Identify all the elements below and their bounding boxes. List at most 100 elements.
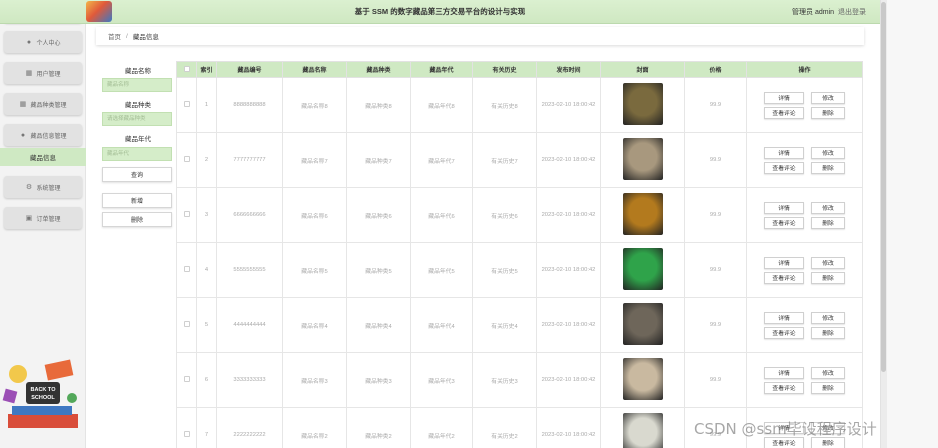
type-select[interactable] — [102, 112, 172, 126]
detail-button[interactable]: 详情 — [764, 256, 804, 269]
row-select-cell[interactable] — [176, 187, 197, 243]
row-select-cell[interactable] — [176, 132, 197, 188]
sidebar-subitem-label: 藏品信息 — [30, 155, 56, 162]
delete-row-button[interactable]: 删除 — [811, 381, 845, 394]
cover-cell — [600, 132, 685, 188]
breadcrumb: 首页 / 藏品信息 — [96, 27, 864, 45]
sidebar-item-users[interactable]: ▦ 用户管理 — [4, 62, 82, 84]
sidebar-subitem-collection-info[interactable]: 藏品信息 — [0, 148, 86, 166]
breadcrumb-home[interactable]: 首页 — [108, 31, 121, 41]
add-button[interactable]: 新增 — [102, 193, 172, 208]
edit-button[interactable]: 修改 — [811, 91, 845, 104]
code-cell: 6666666666 — [216, 187, 283, 243]
sidebar-item-collection-info[interactable]: ● 藏品信息管理 — [4, 124, 82, 146]
cover-image[interactable] — [622, 138, 663, 180]
pencil-shape — [44, 359, 74, 381]
sidebar-item-system[interactable]: ⚙ 系统管理 — [4, 176, 82, 198]
history-cell: 有关历史5 — [472, 242, 537, 298]
row-select-cell[interactable] — [176, 242, 197, 298]
delete-selected-button[interactable]: 删除 — [102, 212, 172, 227]
time-cell: 2023-02-10 18:00:42 — [536, 297, 601, 353]
select-all-checkbox[interactable] — [183, 65, 190, 72]
cover-image[interactable] — [622, 83, 663, 125]
name-search-input[interactable] — [102, 78, 172, 92]
watermark: CSDN @ssm毕设程序设计 — [694, 420, 877, 438]
page-scrollbar[interactable] — [880, 0, 938, 448]
sidebar-item-collection-types[interactable]: ▦ 藏品种类管理 — [4, 93, 82, 115]
delete-row-button[interactable]: 删除 — [811, 106, 845, 119]
row-checkbox[interactable] — [183, 101, 190, 107]
row-checkbox[interactable] — [183, 321, 190, 327]
view-comments-button[interactable]: 查看评论 — [764, 381, 804, 394]
view-comments-button[interactable]: 查看评论 — [764, 326, 804, 339]
cover-image[interactable] — [622, 358, 663, 400]
sun-shape — [9, 365, 27, 383]
delete-row-button[interactable]: 删除 — [811, 326, 845, 339]
edit-button[interactable]: 修改 — [811, 146, 845, 159]
price-cell: 99.9 — [684, 132, 747, 188]
select-all-header[interactable] — [176, 61, 197, 78]
edit-button[interactable]: 修改 — [811, 366, 845, 379]
actions-cell: 详情 修改 查看评论 删除 — [746, 187, 863, 243]
delete-row-button[interactable]: 删除 — [811, 161, 845, 174]
grid-icon: ▦ — [19, 100, 27, 108]
era-search-input[interactable] — [102, 147, 172, 161]
cover-image[interactable] — [622, 413, 663, 448]
detail-button[interactable]: 详情 — [764, 366, 804, 379]
price-cell: 99.9 — [684, 352, 747, 408]
column-header: 价格 — [684, 61, 747, 78]
type-cell: 藏品种类3 — [346, 352, 411, 408]
row-select-cell[interactable] — [176, 297, 197, 353]
cover-image[interactable] — [622, 193, 663, 235]
column-header: 藏品年代 — [410, 61, 473, 78]
name-cell: 藏品名称3 — [282, 352, 347, 408]
cover-cell — [600, 77, 685, 133]
cart-icon: ▣ — [25, 214, 33, 222]
edit-button[interactable]: 修改 — [811, 311, 845, 324]
delete-row-button[interactable]: 删除 — [811, 216, 845, 229]
logout-link[interactable]: 退出登录 — [838, 7, 866, 17]
row-checkbox[interactable] — [183, 431, 190, 437]
page-title: 基于 SSM 的数字藏品第三方交易平台的设计与实现 — [354, 7, 526, 16]
index-cell: 5 — [196, 297, 217, 353]
sidebar-item-profile[interactable]: ● 个人中心 — [4, 31, 82, 53]
edit-button[interactable]: 修改 — [811, 256, 845, 269]
edit-button[interactable]: 修改 — [811, 201, 845, 214]
actions-cell: 详情 修改 查看评论 删除 — [746, 297, 863, 353]
sidebar-item-orders[interactable]: ▣ 订单管理 — [4, 207, 82, 229]
grid-icon: ▦ — [25, 69, 33, 77]
history-cell: 有关历史6 — [472, 187, 537, 243]
price-cell: 99.9 — [684, 297, 747, 353]
view-comments-button[interactable]: 查看评论 — [764, 216, 804, 229]
cover-cell — [600, 242, 685, 298]
view-comments-button[interactable]: 查看评论 — [764, 271, 804, 284]
detail-button[interactable]: 详情 — [764, 201, 804, 214]
row-select-cell[interactable] — [176, 352, 197, 408]
row-select-cell[interactable] — [176, 77, 197, 133]
detail-button[interactable]: 详情 — [764, 146, 804, 159]
view-comments-button[interactable]: 查看评论 — [764, 106, 804, 119]
era-cell: 藏品年代6 — [410, 187, 473, 243]
scrollbar-thumb[interactable] — [881, 2, 886, 372]
detail-button[interactable]: 详情 — [764, 91, 804, 104]
row-checkbox[interactable] — [183, 211, 190, 217]
cover-image[interactable] — [622, 303, 663, 345]
row-checkbox[interactable] — [183, 266, 190, 272]
query-button[interactable]: 查询 — [102, 167, 172, 182]
cover-cell — [600, 187, 685, 243]
table-container: 索引 藏品编号 藏品名称 藏品种类 藏品年代 有关历史 发布时间 封面 价格 操… — [176, 61, 864, 448]
back-to-school-illustration: BACK TO SCHOOL — [2, 359, 78, 428]
detail-button[interactable]: 详情 — [764, 311, 804, 324]
row-checkbox[interactable] — [183, 376, 190, 382]
view-comments-button[interactable]: 查看评论 — [764, 161, 804, 174]
user-icon: ● — [20, 131, 26, 139]
delete-row-button[interactable]: 删除 — [811, 271, 845, 284]
row-checkbox[interactable] — [183, 156, 190, 162]
row-select-cell[interactable] — [176, 407, 197, 448]
type-cell: 藏品种类4 — [346, 297, 411, 353]
type-cell: 藏品种类8 — [346, 77, 411, 133]
column-header: 索引 — [196, 61, 217, 78]
cover-image[interactable] — [622, 248, 663, 290]
actions-cell: 详情 修改 查看评论 删除 — [746, 132, 863, 188]
index-cell: 3 — [196, 187, 217, 243]
